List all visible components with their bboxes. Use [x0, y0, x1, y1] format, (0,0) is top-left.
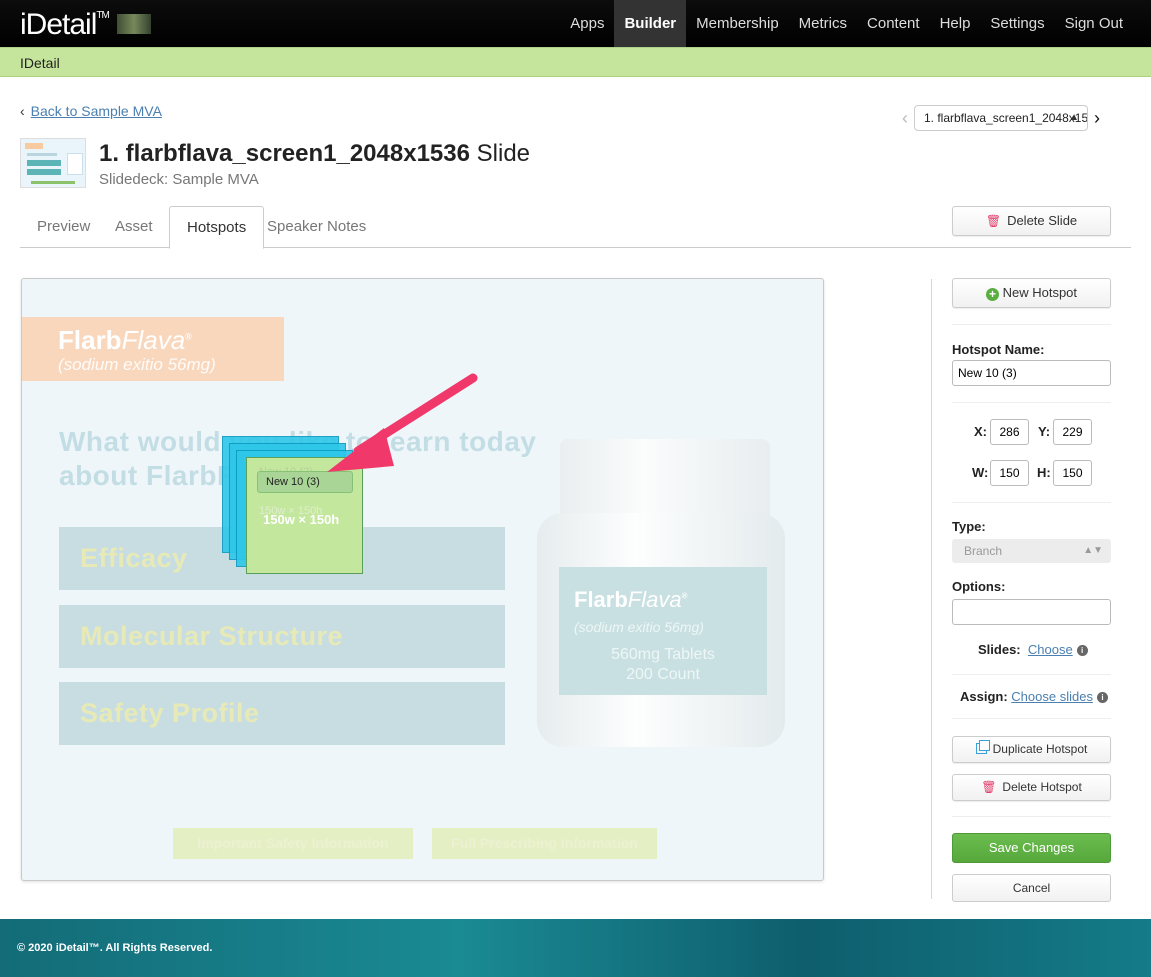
select-arrows-icon: ▲▼	[1083, 545, 1103, 556]
assign-slides-link[interactable]: Choose slides	[1011, 689, 1093, 704]
nav-metrics[interactable]: Metrics	[789, 0, 857, 47]
next-slide-chevron-right-icon[interactable]: ›	[1088, 105, 1106, 131]
main-nav: Apps Builder Membership Metrics Content …	[560, 0, 1133, 47]
bottle-details: 560mg Tablets 200 Count	[611, 646, 715, 683]
panel-separator	[952, 324, 1111, 325]
duplicate-hotspot-button[interactable]: Duplicate Hotspot	[952, 736, 1111, 763]
page-subtitle: Slidedeck: Sample MVA	[99, 171, 259, 188]
panel-separator	[952, 402, 1111, 403]
options-input[interactable]	[952, 599, 1111, 625]
trash-icon: 🗑	[981, 780, 997, 794]
tab-preview[interactable]: Preview	[20, 206, 107, 248]
slide-canvas[interactable]: FlarbFlava® (sodium exitio 56mg) What wo…	[21, 278, 824, 881]
w-input[interactable]	[990, 460, 1029, 486]
save-changes-button[interactable]: Save Changes	[952, 833, 1111, 863]
panel-separator	[952, 674, 1111, 675]
bottle-brand-sub: (sodium exitio 56mg)	[574, 619, 704, 635]
slide-menu-safety-profile: Safety Profile	[59, 682, 505, 745]
brand-logo-text: FlarbFlava®	[58, 325, 192, 355]
panel-separator	[952, 816, 1111, 817]
tab-speaker-notes[interactable]: Speaker Notes	[250, 206, 383, 248]
slides-row: Slides: Choose i	[978, 642, 1088, 657]
hotspot-name-input[interactable]	[952, 360, 1111, 386]
y-input[interactable]	[1053, 419, 1092, 445]
copy-icon	[975, 740, 990, 754]
nav-settings[interactable]: Settings	[980, 0, 1054, 47]
type-label: Type:	[952, 519, 986, 534]
top-navbar: iDetailTM Apps Builder Membership Metric…	[0, 0, 1151, 47]
bottle-label: FlarbFlava® (sodium exitio 56mg) 560mg T…	[559, 567, 767, 695]
x-input[interactable]	[990, 419, 1029, 445]
h-label: H:	[1037, 465, 1051, 480]
assign-row: Assign: Choose slides i	[960, 689, 1108, 704]
tab-asset[interactable]: Asset	[98, 206, 170, 248]
info-icon[interactable]: i	[1096, 692, 1108, 703]
x-label: X:	[974, 424, 987, 439]
logo-mark-icon	[117, 14, 151, 34]
slide-select[interactable]: 1. flarbflava_screen1_2048x1536 ▲	[914, 105, 1088, 131]
nav-help[interactable]: Help	[930, 0, 981, 47]
page-footer: © 2020 iDetail™. All Rights Reserved.	[0, 919, 1151, 977]
plus-circle-icon: +	[985, 288, 999, 301]
slide-navigator: ‹ 1. flarbflava_screen1_2048x1536 ▲ ›	[896, 105, 1106, 131]
slide-safety-info-link: Important Safety Information	[173, 828, 413, 859]
nav-sign-out[interactable]: Sign Out	[1055, 0, 1133, 47]
back-link-row: ‹ Back to Sample MVA	[20, 103, 162, 119]
select-arrows-icon: ▲	[1069, 112, 1079, 123]
panel-divider	[931, 279, 932, 899]
nav-content[interactable]: Content	[857, 0, 930, 47]
bottle-brand: FlarbFlava®	[574, 587, 688, 612]
nav-builder[interactable]: Builder	[614, 0, 687, 47]
w-label: W:	[972, 465, 989, 480]
prev-slide-chevron-left-icon[interactable]: ‹	[896, 105, 914, 131]
breadcrumb: IDetail	[0, 47, 1151, 77]
page-title: 1. flarbflava_screen1_2048x1536 Slide	[99, 140, 531, 167]
hotspot-name-label: Hotspot Name:	[952, 342, 1045, 357]
info-icon[interactable]: i	[1076, 645, 1088, 656]
brand-banner: FlarbFlava® (sodium exitio 56mg)	[22, 317, 284, 381]
hotspot-selected[interactable]: New 10 (2) New 10 (3) 150w × 150h 150w ×…	[246, 457, 363, 574]
hotspot-size-label: 150w × 150h	[263, 512, 340, 527]
panel-separator	[952, 502, 1111, 503]
cancel-button[interactable]: Cancel	[952, 874, 1111, 902]
product-bottle-image: FlarbFlava® (sodium exitio 56mg) 560mg T…	[537, 439, 787, 747]
nav-membership[interactable]: Membership	[686, 0, 789, 47]
y-label: Y:	[1038, 424, 1051, 439]
panel-separator	[952, 718, 1111, 719]
h-input[interactable]	[1053, 460, 1092, 486]
delete-hotspot-button[interactable]: 🗑 Delete Hotspot	[952, 774, 1111, 801]
back-link[interactable]: Back to Sample MVA	[31, 103, 162, 119]
slide-prescribing-info-link: Full Prescribing Information	[432, 828, 657, 859]
brand-subtitle: (sodium exitio 56mg)	[58, 355, 216, 374]
slide-thumbnail	[20, 138, 86, 188]
nav-apps[interactable]: Apps	[560, 0, 614, 47]
bottle-cap	[560, 439, 770, 519]
hotspot-name-tag[interactable]: New 10 (3)	[257, 471, 353, 493]
options-label: Options:	[952, 579, 1006, 594]
chevron-left-icon: ‹	[20, 103, 25, 119]
app-logo[interactable]: iDetailTM	[20, 8, 110, 42]
type-select: Branch ▲▼	[952, 539, 1111, 563]
trash-icon: 🗑	[985, 214, 1002, 228]
slide-menu-molecular-structure: Molecular Structure	[59, 605, 505, 668]
new-hotspot-button[interactable]: + New Hotspot	[952, 278, 1111, 308]
choose-slides-link[interactable]: Choose	[1028, 642, 1073, 657]
delete-slide-button[interactable]: 🗑 Delete Slide	[952, 206, 1111, 236]
